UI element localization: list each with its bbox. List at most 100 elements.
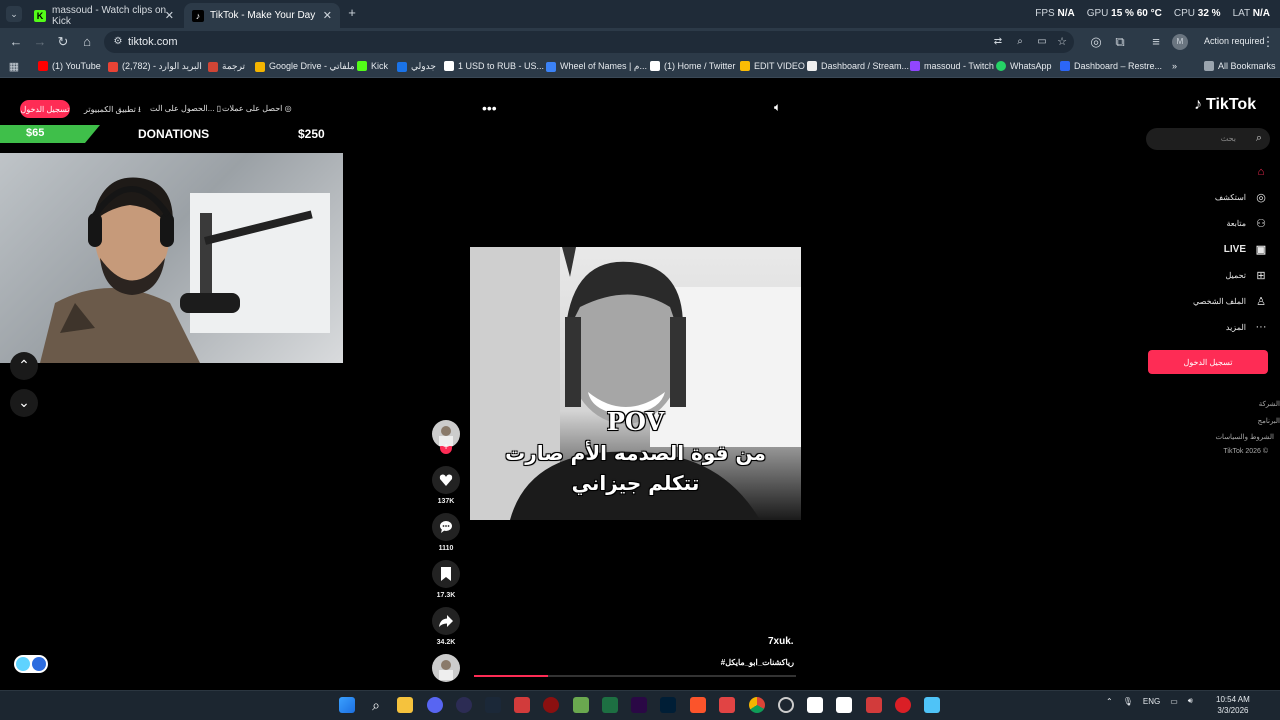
next-video-button[interactable]: ⌄ [10,389,38,417]
comment-button[interactable]: 1110 [432,513,460,552]
site-info-icon[interactable]: ⚙ [110,34,126,50]
bookmarks-overflow-icon[interactable]: » [1172,61,1177,71]
menu-icon[interactable]: ⋮ [1260,34,1276,50]
bookmark-star-icon[interactable]: ☆ [1054,34,1070,50]
nav-following[interactable]: متابعة ⚇ [1150,215,1268,231]
tiktok-logo[interactable]: ♪ TikTok [1194,96,1256,114]
bookmark-button[interactable]: 17.3K [432,560,460,599]
home-icon[interactable]: ⌂ [79,34,95,50]
bookmark-kick[interactable]: Kick [357,61,388,71]
microphone-icon[interactable]: 🎙︎ [1123,697,1133,706]
bookmark-google-drive[interactable]: Google Drive - ملفاتي [255,61,355,72]
app-creative-icon[interactable] [895,697,911,713]
zoom-icon[interactable]: ⌕ [1012,34,1028,50]
bookmark-edit-video[interactable]: EDIT VIDEO [740,61,805,71]
volume-icon[interactable]: 🔈︎ [774,100,781,115]
footer-terms[interactable]: الشروط والسياسات [1215,433,1274,441]
desktop-app-button[interactable]: تطبيق الكمبيوتر ⭳ [84,104,141,118]
app-green-icon[interactable] [573,697,589,713]
bookmark-youtube[interactable]: (1) YouTube [38,61,101,71]
start-icon[interactable] [339,697,355,713]
avatar[interactable]: M [1172,34,1188,50]
speaker-icon[interactable]: 🔊︎ [1188,696,1193,706]
bookmark-translate[interactable]: ترجمة [208,61,245,72]
bookmark-gmail[interactable]: البريد الوارد - (2,782) [108,61,202,72]
get-app-button[interactable]: الحصول على الت... ▯ [150,104,221,113]
video-player[interactable]: POV من قوة الصدمه الأم صارت تتكلم جيزاني [470,247,801,520]
media-player-icon[interactable] [456,697,472,713]
nav-upload[interactable]: تحميل ⊞ [1150,267,1268,283]
video-hashtag[interactable]: #رياكشنات_ابو_مايكل [721,658,794,667]
cast-icon[interactable]: ▭ [1034,34,1050,50]
search-icon[interactable]: ⌕ [1256,132,1262,145]
share-button[interactable]: 34.2K [432,607,460,646]
extensions-puzzle-icon[interactable]: ⧉ [1112,34,1128,50]
bookmark-restream[interactable]: Dashboard – Restre... [1060,61,1162,71]
get-coins-button[interactable]: احصل على عملات ◎ [222,104,292,113]
close-tab-icon[interactable]: ✕ [165,9,174,22]
app-dark-red-icon[interactable] [543,697,559,713]
bookmark-wheel-of-names[interactable]: Wheel of Names | م... [546,61,647,72]
network-icon[interactable]: ▭ [1170,697,1178,706]
footer-program[interactable]: البرنامج [1258,417,1280,425]
back-icon[interactable]: ← [8,34,24,50]
capcut-icon[interactable] [807,697,823,713]
all-bookmarks[interactable]: All Bookmarks [1204,61,1276,71]
nav-explore[interactable]: استكشف ◎ [1150,189,1268,205]
app-black-icon[interactable] [836,697,852,713]
address-bar[interactable]: ⚙ tiktok.com ⇄ ⌕ ▭ ☆ [104,31,1074,53]
forward-icon[interactable]: → [32,34,48,50]
nav-live[interactable]: LIVE ▣ [1150,241,1268,257]
tab-kick[interactable]: K massoud - Watch clips on Kick ✕ [26,3,182,28]
close-tab-icon[interactable]: ✕ [323,9,332,22]
tab-tiktok[interactable]: ♪ TikTok - Make Your Day ✕ [184,3,340,28]
video-progress-bar[interactable] [474,675,796,677]
previous-video-button[interactable]: ⌃ [10,352,38,380]
notepad-icon[interactable] [924,697,940,713]
video-more-icon[interactable]: ••• [482,100,497,116]
bookmark-dashboard-stream[interactable]: Dashboard / Stream... [807,61,909,71]
creator-avatar[interactable]: + [432,420,460,454]
bookmark-twitch[interactable]: massoud - Twitch [910,61,994,71]
brave-icon[interactable] [690,697,706,713]
bookmark-twitter[interactable]: (1) Home / Twitter [650,61,735,71]
extension-icon[interactable]: ◎ [1088,34,1104,50]
nav-profile[interactable]: الملف الشخصي ♙ [1150,293,1268,309]
photoshop-icon[interactable] [660,697,676,713]
media-icon[interactable]: ≡ [1148,34,1164,50]
app-settings-icon[interactable] [778,697,794,713]
chrome-icon[interactable] [749,697,765,713]
nav-home[interactable]: ⌂ [1150,164,1268,180]
discord-icon[interactable] [427,697,443,713]
footer-company[interactable]: الشركة [1259,400,1280,408]
excel-icon[interactable] [602,697,618,713]
translate-icon[interactable]: ⇄ [990,34,1006,50]
video-author[interactable]: 7xuk. [768,636,794,647]
like-button[interactable]: 137K [432,466,460,505]
donation-current: $65 [0,125,100,143]
app-red-square-icon[interactable] [719,697,735,713]
tab-search-icon[interactable]: ⌄ [6,6,22,22]
file-explorer-icon[interactable] [397,697,413,713]
bookmark-usd-rub[interactable]: 1 USD to RUB - US... [444,61,544,71]
sidebar-login-button[interactable]: تسجيل الدخول [1148,350,1268,374]
tray-overflow-icon[interactable]: ⌃ [1106,697,1113,706]
nav-more[interactable]: المزيد ··· [1150,319,1268,335]
picture-in-picture-icon[interactable] [14,655,48,673]
apps-grid-icon[interactable]: ▦ [6,59,22,75]
search-icon[interactable]: ⌕ [368,697,384,713]
premiere-icon[interactable] [631,697,647,713]
bookmark-schedule[interactable]: جدولي [397,61,436,72]
taskbar-clock[interactable]: 10:54 AM 3/3/2026 [1216,694,1250,716]
reload-icon[interactable]: ↻ [55,34,71,50]
new-tab-icon[interactable]: + [344,5,360,21]
language-indicator[interactable]: ENG [1143,697,1160,706]
steam-icon[interactable] [485,697,501,713]
bookmark-whatsapp[interactable]: WhatsApp [996,61,1052,71]
app-red-2-icon[interactable] [866,697,882,713]
sound-avatar[interactable] [432,654,460,682]
top-login-button[interactable]: تسجيل الدخول [20,100,70,118]
search-input[interactable]: بحث ⌕ [1146,128,1270,150]
app-red-icon[interactable] [514,697,530,713]
bookmark-icon [441,567,451,581]
